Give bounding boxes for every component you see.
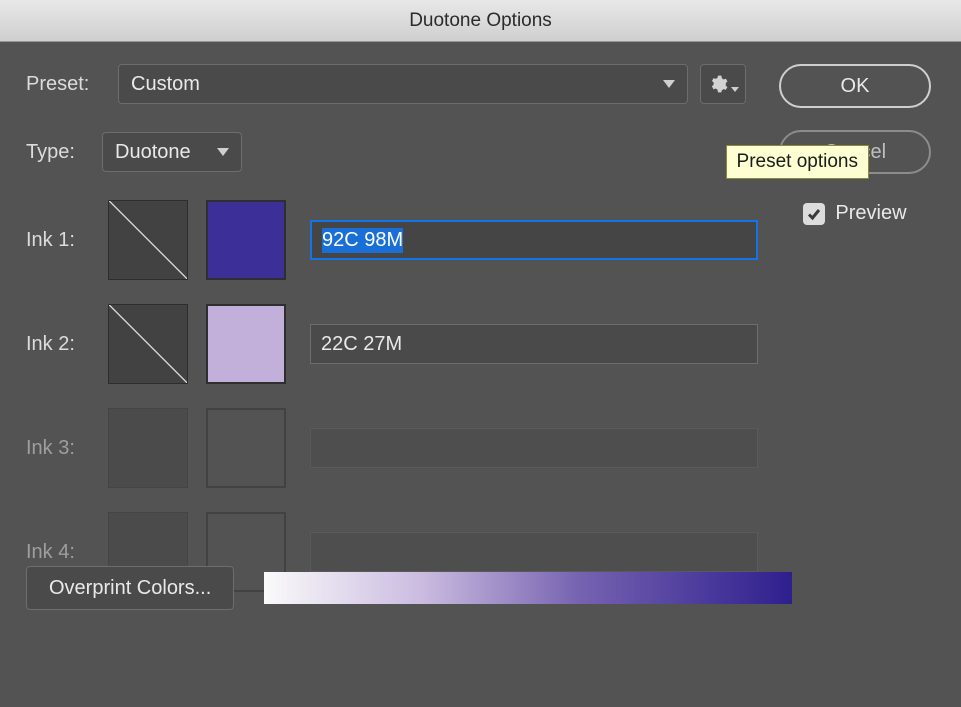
ink-1-swatch[interactable] — [206, 200, 286, 280]
preview-checkbox-row[interactable]: Preview — [803, 202, 906, 225]
ink-2-name-value: 22C 27M — [321, 333, 402, 356]
caret-down-icon — [731, 87, 739, 92]
ink-2-curve[interactable] — [108, 304, 188, 384]
preset-select[interactable]: Custom — [118, 64, 688, 104]
diagonal-line-icon — [109, 201, 187, 279]
ink-4-label: Ink 4: — [26, 541, 104, 564]
ink-3-curve — [108, 408, 188, 488]
ink-rows: Ink 1: 92C 98M Ink 2: 22C 27M Ink 3: Ink… — [26, 198, 935, 594]
ink-3-swatch — [206, 408, 286, 488]
ink-row-2: Ink 2: 22C 27M — [26, 302, 935, 386]
type-label: Type: — [26, 141, 90, 164]
preset-label: Preset: — [26, 73, 106, 96]
bottom-row: Overprint Colors... — [26, 566, 935, 610]
ink-1-name-value: 92C 98M — [322, 228, 403, 253]
dialog-body: Preset: Custom Type: Duotone Ink 1: 92C … — [0, 42, 961, 636]
ink-3-name-input — [310, 428, 758, 468]
ink-1-label: Ink 1: — [26, 229, 104, 252]
overprint-colors-button[interactable]: Overprint Colors... — [26, 566, 234, 610]
ink-2-name-input[interactable]: 22C 27M — [310, 324, 758, 364]
chevron-down-icon — [663, 80, 675, 88]
check-icon — [806, 206, 822, 222]
gear-icon — [708, 74, 728, 94]
titlebar: Duotone Options — [0, 0, 961, 42]
preview-checkbox[interactable] — [803, 203, 825, 225]
preset-value: Custom — [131, 73, 200, 96]
chevron-down-icon — [217, 148, 229, 156]
ink-2-label: Ink 2: — [26, 333, 104, 356]
ink-1-name-input[interactable]: 92C 98M — [310, 220, 758, 260]
ink-2-swatch[interactable] — [206, 304, 286, 384]
diagonal-line-icon — [109, 305, 187, 383]
ink-row-3: Ink 3: — [26, 406, 935, 490]
preset-options-button[interactable] — [700, 64, 746, 104]
ink-1-curve[interactable] — [108, 200, 188, 280]
type-value: Duotone — [115, 141, 191, 164]
type-select[interactable]: Duotone — [102, 132, 242, 172]
duotone-gradient-preview — [264, 572, 792, 604]
ink-3-label: Ink 3: — [26, 437, 104, 460]
preset-options-tooltip: Preset options — [726, 145, 869, 179]
window-title: Duotone Options — [409, 10, 552, 32]
ok-button[interactable]: OK — [779, 64, 931, 108]
preview-label: Preview — [835, 202, 906, 225]
